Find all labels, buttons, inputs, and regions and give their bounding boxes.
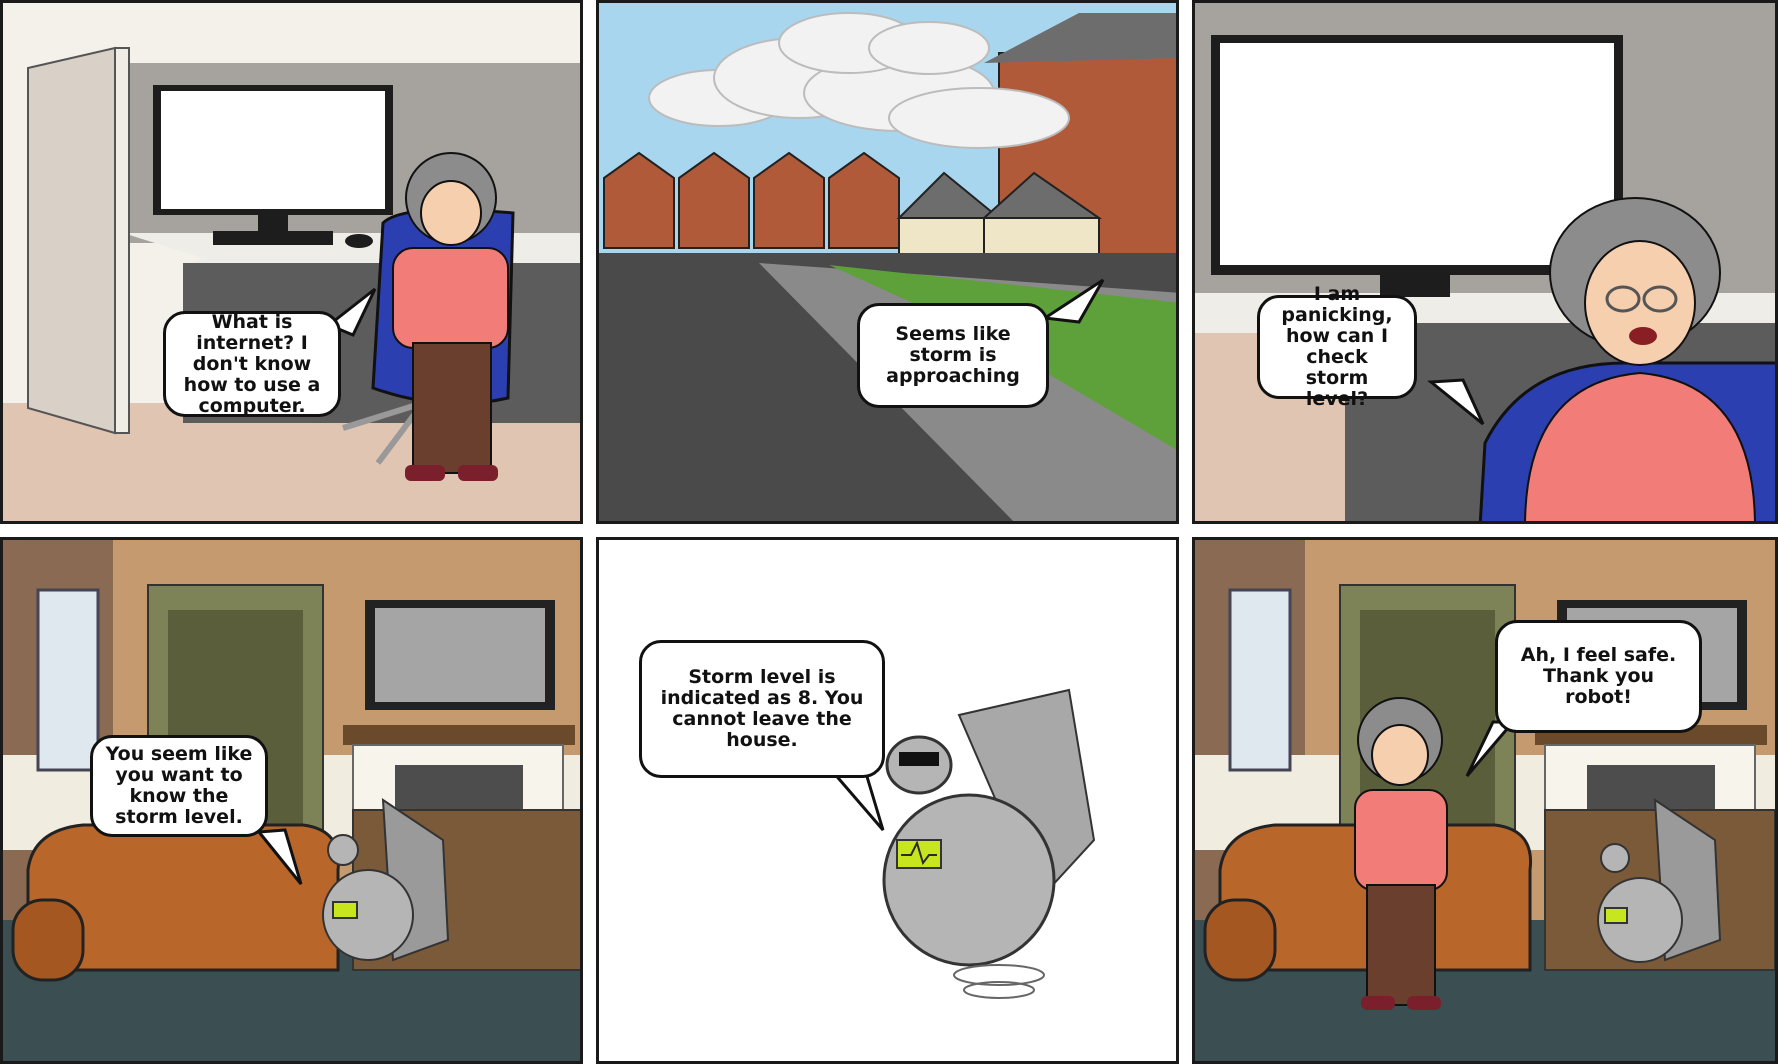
grandma-character [1354,697,1448,1010]
panel-6: Ah, I feel safe. Thank you robot! [1192,537,1778,1064]
panel-1: What is internet? I don't know how to us… [0,0,583,524]
speech-bubble-1: What is internet? I don't know how to us… [163,311,341,417]
speech-bubble-5: Storm level is indicated as 8. You canno… [639,640,885,778]
speech-bubble-4: You seem like you want to know the storm… [90,735,268,837]
speech-tail [829,768,885,831]
speech-tail [1040,278,1105,324]
office-closeup-scene [1195,3,1775,521]
street-scene [599,3,1176,521]
speech-tail [1427,378,1485,426]
panel-4: You seem like you want to know the storm… [0,537,583,1064]
speech-tail [256,828,303,885]
cubicle-wall [27,46,130,435]
speech-bubble-6: Ah, I feel safe. Thank you robot! [1495,620,1702,733]
speech-bubble-2: Seems like storm is approaching [857,303,1049,408]
robot-scene [599,540,1176,1061]
panel-5: Storm level is indicated as 8. You canno… [596,537,1179,1064]
panel-2: Seems like storm is approaching [596,0,1179,524]
living-room-scene [1195,540,1775,1061]
office-scene [3,3,580,521]
panel-3: I am panicking, how can I check storm le… [1192,0,1778,524]
speech-bubble-3: I am panicking, how can I check storm le… [1257,284,1417,410]
